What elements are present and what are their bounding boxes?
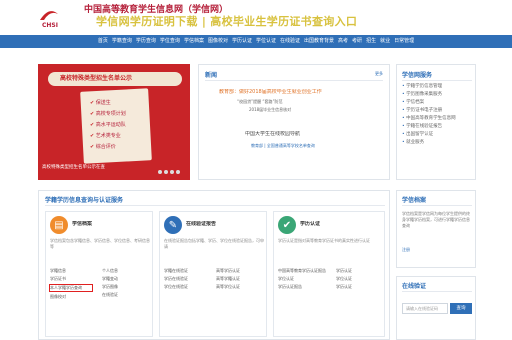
nav-item[interactable]: 学历查询: [136, 35, 156, 48]
card-link[interactable]: 学历图像: [102, 284, 118, 290]
service-card-archive[interactable]: ▤ 学信档案 学信档案包含学籍信息、学历信息、学位信息、考研信息等 学籍信息 学…: [45, 211, 153, 337]
promo-banner[interactable]: 高校特殊类型招生名单公示 保送生 高校专项计划 高水平运动队 艺术类专业 综合评…: [38, 64, 190, 180]
card-link[interactable]: 图像校对: [50, 294, 66, 300]
service-list-panel: 学信网服务 学籍学历信息管理 学历图像采集服务 学信档案 学历证书电子注册 中国…: [396, 64, 476, 180]
news-subline[interactable]: 教育部 | 全国普通高等学校名单查询: [251, 143, 315, 149]
chsi-logo-icon[interactable]: [38, 8, 60, 22]
services-panel: 学籍学历信息查询与认证服务 ▤ 学信档案 学信档案包含学籍信息、学历信息、学位信…: [38, 190, 390, 340]
carousel-dot[interactable]: [176, 170, 180, 174]
news-title: 新闻: [205, 72, 218, 79]
news-item-link[interactable]: “校园贷”提醒 “套路”防范: [237, 99, 283, 105]
overlay-caption: 学信网学历证明下载 | 高校毕业生学历证书查询入口: [96, 15, 358, 28]
card-link[interactable]: 学籍在线验证: [164, 268, 188, 274]
service-link[interactable]: 学信档案: [402, 99, 456, 107]
nav-item[interactable]: 在线验证: [280, 35, 300, 48]
news-item-link[interactable]: 教育部：做好2018届高校毕业生就业创业工作: [219, 89, 322, 96]
right-mid-title: 学信档案: [402, 197, 427, 204]
right-top-title: 学信网服务: [402, 72, 433, 79]
divider: [402, 205, 472, 206]
news-panel: 新闻 更多 教育部：做好2018届高校毕业生就业创业工作 “校园贷”提醒 “套路…: [198, 64, 390, 180]
banner-item: 高校专项计划: [90, 109, 126, 120]
archive-side-panel: 学信档案 学信档案是学信网为每位学生提供的终身学籍学历档案，可进行学籍学历信息查…: [396, 190, 476, 268]
service-link[interactable]: 中国高等教育学生信息网: [402, 115, 456, 123]
highlighted-link[interactable]: 本人学籍学历查询: [49, 284, 93, 292]
nav-item[interactable]: 考研: [352, 35, 362, 48]
service-link[interactable]: 学籍学历信息管理: [402, 83, 456, 91]
card-link[interactable]: 学历在线验证: [164, 276, 188, 282]
service-card-cert[interactable]: ✔ 学历认证 学历认证是指对高等教育学历证书的真实性进行认证 中国高等教育学历认…: [273, 211, 385, 337]
card-desc: 学历认证是指对高等教育学历证书的真实性进行认证: [278, 238, 370, 243]
banner-item: 保送生: [90, 98, 126, 109]
news-item-link[interactable]: 2018届毕业生信息核对: [249, 107, 291, 113]
carousel-dot[interactable]: [164, 170, 168, 174]
card-link[interactable]: 高等学历认证: [216, 268, 240, 274]
divider: [45, 205, 385, 206]
right-bottom-title: 在线验证: [402, 283, 427, 290]
banner-title: 高校特殊类型招生名单公示: [60, 75, 133, 82]
service-link[interactable]: 学历图像采集服务: [402, 91, 456, 99]
banner-item: 高水平运动队: [90, 120, 126, 131]
verify-code-input[interactable]: 请输入在线验证码: [402, 303, 448, 314]
nav-item[interactable]: 就业: [380, 35, 390, 48]
divider: [402, 291, 472, 292]
card-title[interactable]: 学历认证: [300, 221, 320, 228]
card-link[interactable]: 高等学籍认证: [216, 276, 240, 282]
banner-item: 艺术类专业: [90, 131, 126, 142]
card-link[interactable]: 学位认证: [336, 276, 352, 282]
card-title[interactable]: 学信档案: [72, 221, 92, 228]
main-navbar: 首页 学籍查询 学历查询 学位查询 学信档案 图像校对 学历认证 学位认证 在线验证 出国教育背景…: [0, 35, 512, 48]
divider: [205, 80, 383, 81]
card-desc: 在线验证报告包括学籍、学历、学位在线验证报告，可申请: [164, 238, 264, 249]
service-link[interactable]: 学历证书电子注册: [402, 107, 456, 115]
certificate-icon: ✔: [278, 216, 296, 234]
banner-list: 保送生 高校专项计划 高水平运动队 艺术类专业 综合评价: [90, 98, 126, 153]
card-link[interactable]: 学历证书: [50, 276, 66, 282]
card-link[interactable]: 学位认证: [278, 276, 294, 282]
card-link[interactable]: 学历认证报告: [278, 284, 302, 290]
nav-item[interactable]: 学籍查询: [112, 35, 132, 48]
service-card-verify[interactable]: ✎ 在线验证报告 在线验证报告包括学籍、学历、学位在线验证报告，可申请 学籍在线…: [159, 211, 267, 337]
banner-caption: 高校特殊类型招生名单公示在查: [42, 165, 105, 170]
nav-item[interactable]: 学位查询: [160, 35, 180, 48]
news-more-link[interactable]: 更多: [375, 71, 383, 77]
card-title[interactable]: 在线验证报告: [186, 221, 216, 228]
nav-item[interactable]: 日常管理: [394, 35, 414, 48]
online-verify-panel: 在线验证 请输入在线验证码 查询: [396, 276, 476, 340]
service-list: 学籍学历信息管理 学历图像采集服务 学信档案 学历证书电子注册 中国高等教育学生…: [402, 83, 456, 147]
nav-item[interactable]: 学位认证: [256, 35, 276, 48]
nav-item[interactable]: 出国教育背景: [304, 35, 334, 48]
card-link[interactable]: 学籍信息: [50, 268, 66, 274]
card-desc: 学信档案包含学籍信息、学历信息、学位信息、考研信息等: [50, 238, 150, 249]
card-link[interactable]: 中国高等教育学历认证报告: [278, 268, 332, 274]
nav-item[interactable]: 高考: [338, 35, 348, 48]
services-title: 学籍学历信息查询与认证服务: [45, 197, 124, 204]
card-link[interactable]: 学历认证: [336, 268, 352, 274]
card-link[interactable]: 学历认证: [336, 284, 352, 290]
card-link[interactable]: 学籍变动: [102, 276, 118, 282]
nav-item[interactable]: 学历认证: [232, 35, 252, 48]
service-link[interactable]: 就业服务: [402, 139, 456, 147]
nav-item[interactable]: 首页: [98, 35, 108, 48]
nav-item[interactable]: 图像校对: [208, 35, 228, 48]
logo-text: CHSI: [42, 22, 58, 29]
banner-item: 综合评价: [90, 142, 126, 153]
service-link[interactable]: 出国留学认证: [402, 131, 456, 139]
card-link[interactable]: 学位在线验证: [164, 284, 188, 290]
register-link[interactable]: 注册: [402, 247, 410, 253]
carousel-dots[interactable]: [158, 170, 180, 174]
right-mid-text: 学信档案是学信网为每位学生提供的终身学籍学历档案，可进行学籍学历信息查询: [402, 211, 470, 228]
card-link[interactable]: 高等学位认证: [216, 284, 240, 290]
card-link[interactable]: 在线验证: [102, 292, 118, 298]
card-link[interactable]: 个人信息: [102, 268, 118, 274]
verify-search-button[interactable]: 查询: [450, 303, 472, 314]
nav-item[interactable]: 招生: [366, 35, 376, 48]
carousel-dot[interactable]: [170, 170, 174, 174]
news-headline[interactable]: 中国大学生在线校园导航: [245, 131, 300, 138]
carousel-dot[interactable]: [158, 170, 162, 174]
divider: [402, 80, 472, 81]
nav-item[interactable]: 学信档案: [184, 35, 204, 48]
archive-icon: ▤: [50, 216, 68, 234]
service-link[interactable]: 学籍在线验证报告: [402, 123, 456, 131]
verify-icon: ✎: [164, 216, 182, 234]
